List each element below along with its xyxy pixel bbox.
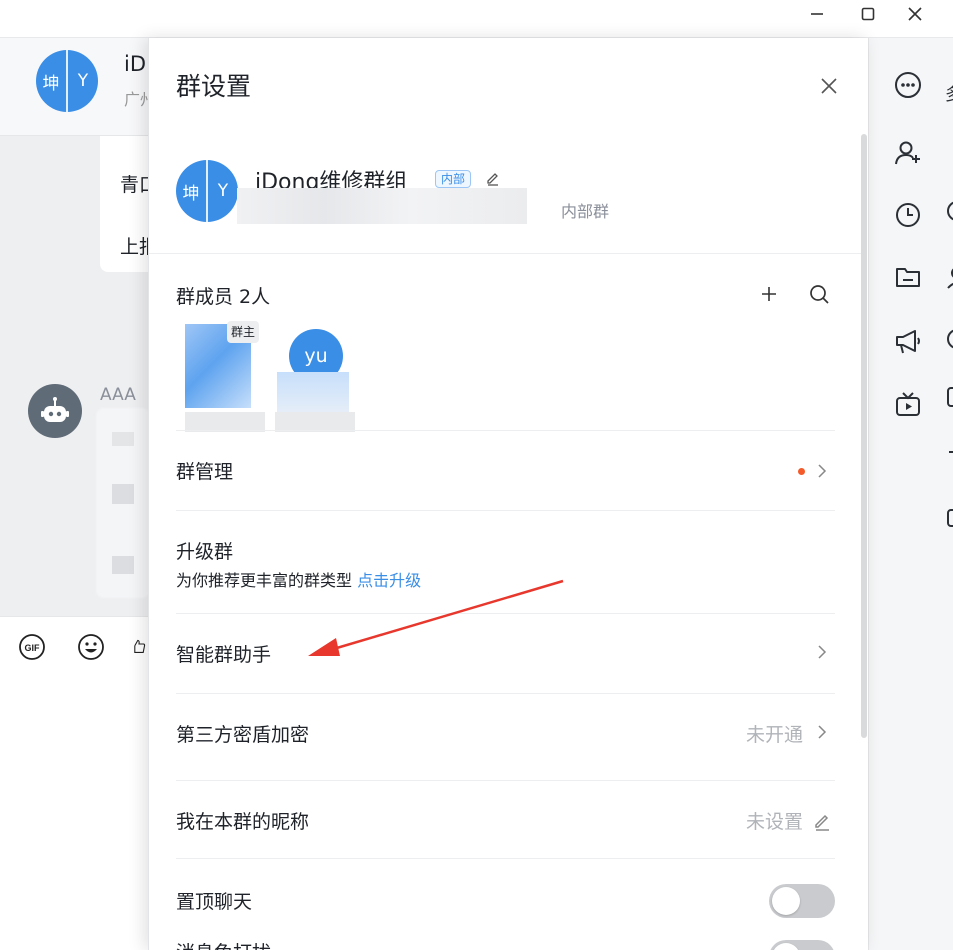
rail-peek-icon bbox=[945, 384, 953, 410]
add-member-icon[interactable] bbox=[891, 136, 925, 170]
folder-icon[interactable] bbox=[891, 260, 925, 294]
chevron-right-icon bbox=[815, 464, 829, 478]
gif-icon[interactable]: GIF bbox=[16, 631, 48, 663]
member-name bbox=[185, 412, 265, 432]
close-icon[interactable] bbox=[817, 74, 841, 98]
pixelated-content bbox=[277, 372, 349, 414]
members-count: 群成员 2人 bbox=[176, 286, 271, 308]
window-titlebar bbox=[0, 0, 953, 38]
rail-peek-icon bbox=[945, 504, 953, 530]
row-label: 智能群助手 bbox=[176, 644, 272, 666]
more-icon[interactable] bbox=[891, 68, 925, 102]
rail-peek-icon bbox=[945, 264, 953, 290]
rail-peek-text: 多 bbox=[945, 80, 953, 104]
pin-toggle[interactable] bbox=[769, 884, 835, 918]
members-section: 群成员 2人 群主 yu bbox=[149, 254, 861, 432]
search-icon[interactable] bbox=[807, 282, 831, 306]
chevron-right-icon bbox=[815, 725, 829, 739]
announcement-icon[interactable] bbox=[891, 324, 925, 358]
chevron-right-icon bbox=[815, 645, 829, 659]
upgrade-description: 为你推荐更丰富的群类型 bbox=[176, 571, 353, 590]
row-label: 消息免打扰 bbox=[176, 938, 271, 950]
pixelated-content bbox=[112, 556, 134, 574]
group-avatar[interactable]: 坤 Y bbox=[176, 160, 238, 222]
rail-peek-icon bbox=[945, 326, 953, 352]
rail-peek-icon bbox=[945, 446, 953, 472]
bot-name: AAA bbox=[100, 385, 136, 405]
mute-toggle[interactable] bbox=[769, 940, 835, 950]
group-info-card[interactable]: 坤 Y iDong维修群组 内部 内部群 bbox=[149, 138, 861, 254]
upgrade-subtitle: 为你推荐更丰富的群类型 点击升级 bbox=[176, 567, 421, 591]
svg-text:GIF: GIF bbox=[25, 643, 41, 653]
window-close-icon[interactable] bbox=[898, 2, 932, 26]
group-type: 内部群 bbox=[561, 202, 610, 221]
nickname-value: 未设置 bbox=[745, 811, 803, 833]
right-sidebar: 多 bbox=[868, 38, 953, 950]
avatar-text-right: Y bbox=[217, 181, 229, 201]
rail-peek-icon bbox=[945, 198, 953, 224]
minimize-icon[interactable] bbox=[800, 2, 834, 26]
avatar-text-left: 坤 bbox=[42, 73, 60, 94]
add-member-icon[interactable] bbox=[757, 282, 781, 306]
robot-icon bbox=[41, 397, 69, 422]
member-name bbox=[275, 412, 355, 432]
smart-assistant-row[interactable]: 智能群助手 bbox=[176, 613, 835, 693]
pixelated-content bbox=[237, 188, 527, 224]
manage-row[interactable]: 群管理 bbox=[176, 430, 835, 510]
emoji-icon[interactable] bbox=[75, 631, 107, 663]
maximize-icon[interactable] bbox=[851, 2, 885, 26]
edit-icon[interactable] bbox=[485, 170, 501, 190]
panel-title: 群设置 bbox=[176, 72, 252, 101]
nickname-row[interactable]: 我在本群的昵称 未设置 bbox=[176, 780, 835, 858]
owner-tag: 群主 bbox=[227, 321, 260, 343]
row-label: 置顶聊天 bbox=[176, 891, 253, 913]
notification-dot bbox=[798, 468, 805, 475]
encryption-row[interactable]: 第三方密盾加密 未开通 bbox=[176, 693, 835, 780]
upgrade-row[interactable]: 升级群 为你推荐更丰富的群类型 点击升级 bbox=[176, 510, 835, 613]
app-window: 坤 Y iD 广州 青口 上报 AAA GIF 群设置 坤 Y iDong维修群… bbox=[0, 0, 953, 950]
bot-avatar[interactable] bbox=[28, 384, 82, 438]
avatar-text-right: Y bbox=[77, 71, 89, 91]
thumbs-up-icon[interactable] bbox=[130, 631, 148, 663]
group-avatar[interactable]: 坤 Y bbox=[36, 50, 98, 112]
scrollbar[interactable] bbox=[861, 134, 867, 738]
row-label: 我在本群的昵称 bbox=[176, 811, 310, 833]
live-icon[interactable] bbox=[891, 388, 925, 422]
avatar-text-left: 坤 bbox=[182, 183, 200, 204]
row-label: 第三方密盾加密 bbox=[176, 724, 310, 746]
upgrade-link[interactable]: 点击升级 bbox=[357, 571, 421, 590]
edit-icon[interactable] bbox=[811, 810, 833, 832]
encryption-status: 未开通 bbox=[745, 724, 803, 746]
internal-tag: 内部 bbox=[435, 170, 472, 188]
mute-row: 消息免打扰 bbox=[176, 918, 835, 950]
history-icon[interactable] bbox=[891, 198, 925, 232]
row-label: 升级群 bbox=[176, 541, 234, 563]
pixelated-content bbox=[112, 484, 134, 504]
row-label: 群管理 bbox=[176, 461, 234, 483]
chat-title: iD bbox=[124, 52, 147, 76]
pixelated-content bbox=[112, 432, 134, 446]
group-settings-panel: 群设置 坤 Y iDong维修群组 内部 内部群 群成员 2人 群主 yu 群管… bbox=[148, 38, 868, 950]
